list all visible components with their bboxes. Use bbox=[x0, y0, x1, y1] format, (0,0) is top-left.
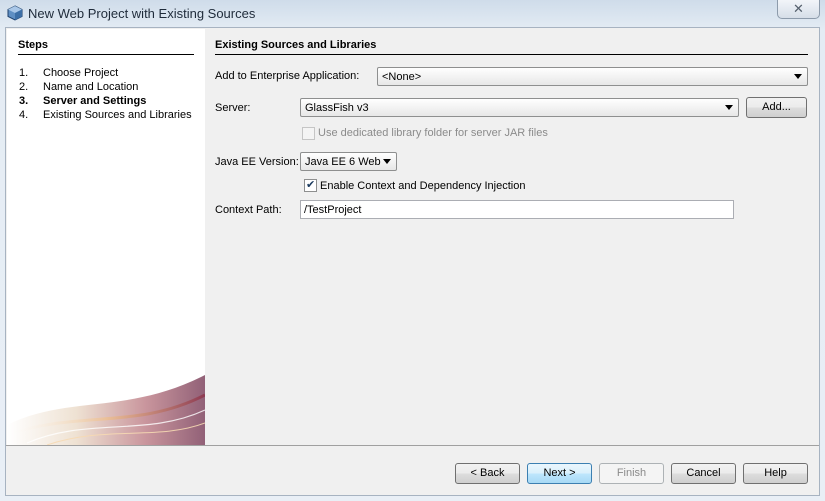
cancel-button[interactable]: Cancel bbox=[671, 463, 736, 484]
close-button[interactable]: ✕ bbox=[777, 0, 820, 19]
step-number: 4. bbox=[19, 109, 29, 121]
server-combobox[interactable]: GlassFish v3 bbox=[300, 98, 739, 117]
check-icon: ✔ bbox=[306, 179, 316, 191]
help-button[interactable]: Help bbox=[743, 463, 808, 484]
button-bar-divider bbox=[6, 445, 819, 446]
cdi-label: Enable Context and Dependency Injection bbox=[320, 180, 526, 192]
step-server-and-settings: 3. Server and Settings bbox=[19, 95, 146, 107]
next-button[interactable]: Next > bbox=[527, 463, 592, 484]
finish-button[interactable]: Finish bbox=[599, 463, 664, 484]
step-number: 2. bbox=[19, 81, 29, 93]
content-panel: Existing Sources and Libraries Add to En… bbox=[205, 29, 819, 445]
steps-divider bbox=[18, 54, 194, 55]
decorative-wave-graphic bbox=[7, 375, 205, 445]
step-label: Existing Sources and Libraries bbox=[43, 109, 192, 121]
content-title: Existing Sources and Libraries bbox=[215, 39, 377, 51]
step-label: Choose Project bbox=[43, 67, 119, 79]
step-number: 3. bbox=[19, 95, 29, 107]
step-label: Server and Settings bbox=[43, 95, 147, 107]
title-bar: New Web Project with Existing Sources ✕ bbox=[0, 0, 825, 26]
content-divider bbox=[215, 54, 808, 55]
chevron-down-icon bbox=[725, 105, 733, 110]
context-path-input[interactable] bbox=[301, 201, 733, 218]
javaee-version-combobox[interactable]: Java EE 6 Web bbox=[300, 152, 397, 171]
close-icon: ✕ bbox=[793, 1, 804, 16]
step-number: 1. bbox=[19, 67, 29, 79]
step-name-and-location: 2. Name and Location bbox=[19, 81, 138, 93]
cdi-checkbox[interactable]: ✔ bbox=[304, 179, 317, 192]
javaee-version-label: Java EE Version: bbox=[215, 156, 299, 168]
wizard-window: New Web Project with Existing Sources ✕ … bbox=[0, 0, 825, 501]
netbeans-cube-icon bbox=[7, 5, 23, 21]
add-server-button[interactable]: Add... bbox=[746, 97, 807, 118]
steps-panel: Steps 1. Choose Project 2. Name and Locati… bbox=[7, 29, 205, 445]
javaee-version-value: Java EE 6 Web bbox=[305, 156, 381, 168]
chevron-down-icon bbox=[794, 74, 802, 79]
enterprise-app-combobox[interactable]: <None> bbox=[377, 67, 808, 86]
window-title: New Web Project with Existing Sources bbox=[28, 6, 256, 21]
server-label: Server: bbox=[215, 102, 251, 114]
enterprise-app-value: <None> bbox=[382, 71, 422, 83]
server-value: GlassFish v3 bbox=[305, 102, 369, 114]
step-existing-sources: 4. Existing Sources and Libraries bbox=[19, 109, 192, 121]
back-button[interactable]: < Back bbox=[455, 463, 520, 484]
library-folder-checkbox[interactable] bbox=[302, 127, 315, 140]
enterprise-app-label: Add to Enterprise Application: bbox=[215, 70, 360, 82]
step-choose-project: 1. Choose Project bbox=[19, 67, 118, 79]
steps-title: Steps bbox=[18, 39, 48, 51]
step-label: Name and Location bbox=[43, 81, 139, 93]
context-path-label: Context Path: bbox=[215, 204, 282, 216]
chevron-down-icon bbox=[383, 159, 391, 164]
context-path-field[interactable] bbox=[300, 200, 734, 219]
wizard-client-area: Steps 1. Choose Project 2. Name and Locati… bbox=[5, 27, 820, 496]
library-folder-label: Use dedicated library folder for server … bbox=[318, 127, 548, 139]
